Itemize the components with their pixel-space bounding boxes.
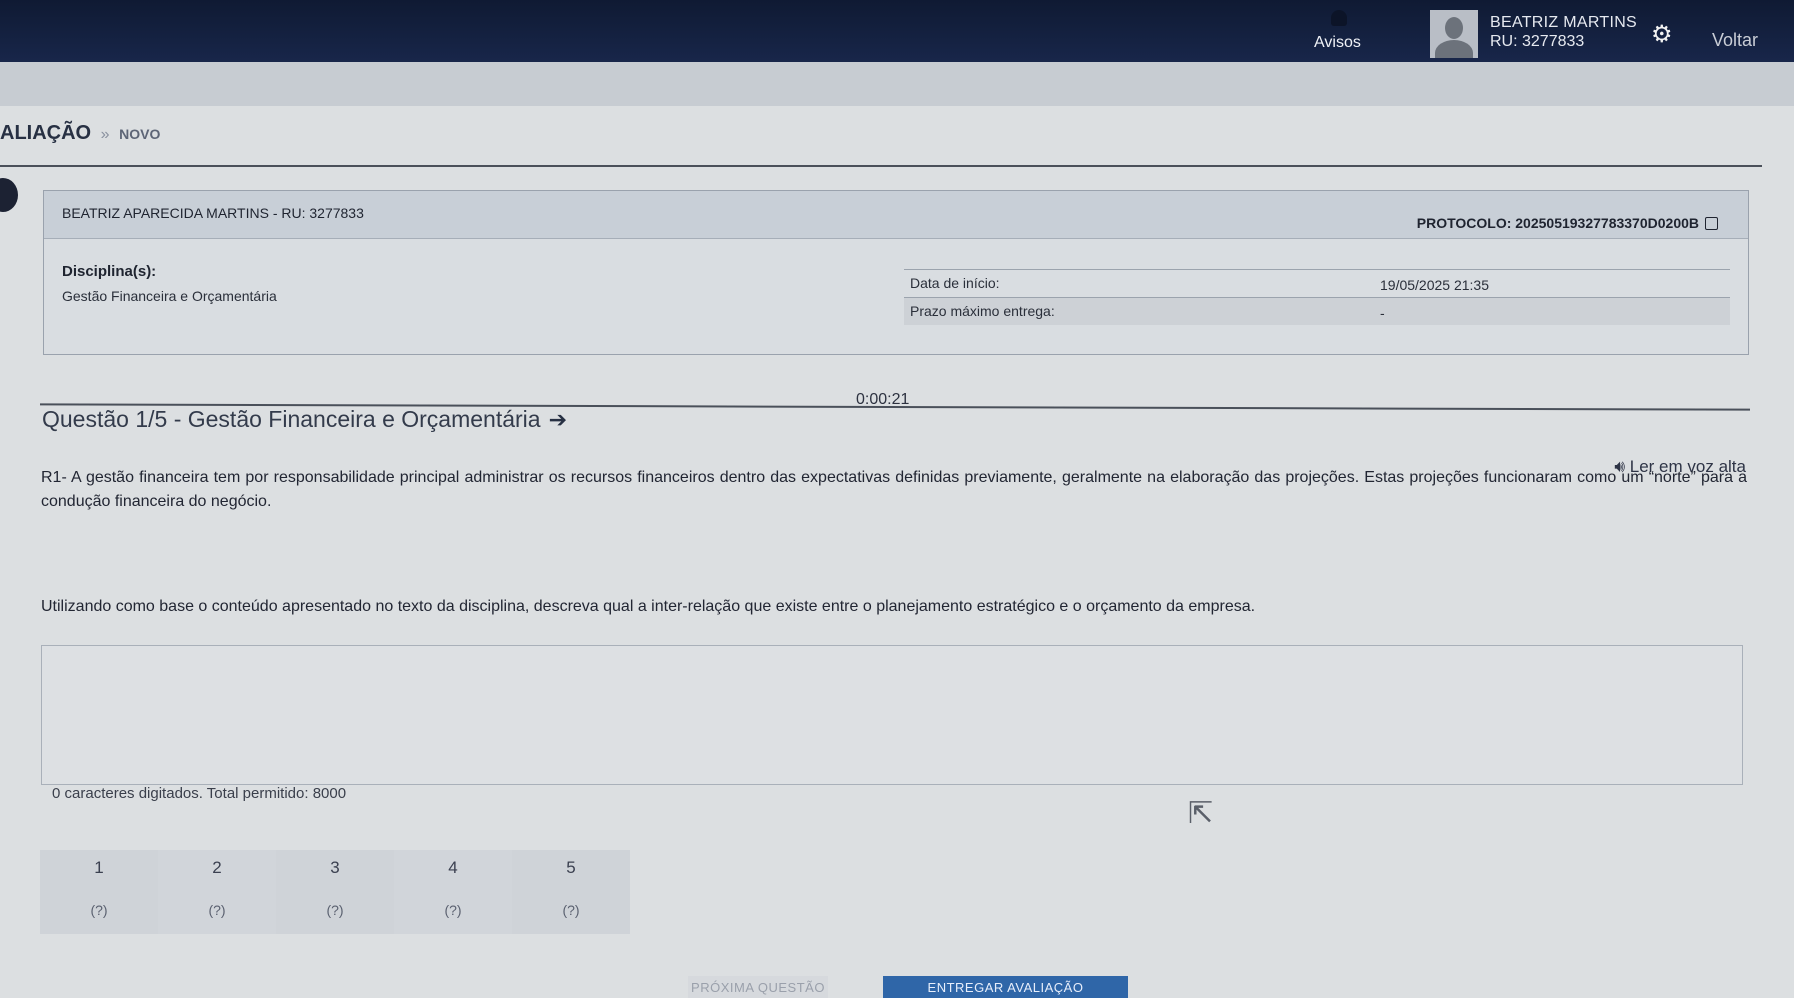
question-number: 2 bbox=[212, 858, 222, 877]
character-counter: 0 caracteres digitados. Total permitido:… bbox=[52, 785, 347, 802]
question-status: (?) bbox=[208, 902, 226, 918]
voltar-link[interactable]: Voltar bbox=[1712, 30, 1758, 51]
data-inicio-row: Data de início: 19/05/2025 21:35 bbox=[904, 269, 1730, 297]
disciplina-label: Disciplina(s): bbox=[62, 263, 157, 280]
question-title-text: Questão 1/5 - Gestão Financeira e Orçame… bbox=[42, 406, 541, 432]
question-nav-item-1[interactable]: 1 (?) bbox=[40, 850, 158, 934]
question-nav-item-4[interactable]: 4 (?) bbox=[394, 850, 512, 934]
breadcrumb-current: NOVO bbox=[119, 126, 161, 142]
prazo-row: Prazo máximo entrega: - bbox=[904, 297, 1730, 325]
student-info: BEATRIZ APARECIDA MARTINS - RU: 3277833 bbox=[62, 205, 364, 221]
protocol-info: PROTOCOLO: 20250519327783370D0200B bbox=[1417, 215, 1718, 231]
menu-toggle-icon[interactable] bbox=[0, 178, 18, 212]
avisos-link[interactable]: Avisos bbox=[1314, 34, 1361, 52]
avatar-body bbox=[1435, 40, 1473, 58]
prazo-value: - bbox=[1380, 305, 1385, 321]
bell-icon[interactable] bbox=[1331, 10, 1347, 26]
question-status: (?) bbox=[90, 902, 108, 918]
question-statement: R1- A gestão financeira tem por responsa… bbox=[41, 469, 1747, 510]
copy-icon[interactable] bbox=[1705, 217, 1718, 230]
question-status: (?) bbox=[326, 902, 344, 918]
question-status: (?) bbox=[562, 902, 580, 918]
exam-info-panel: BEATRIZ APARECIDA MARTINS - RU: 3277833 … bbox=[43, 190, 1749, 355]
next-question-button[interactable]: PRÓXIMA QUESTÃO bbox=[688, 976, 828, 998]
data-inicio-label: Data de início: bbox=[910, 275, 1000, 291]
avatar[interactable] bbox=[1430, 10, 1478, 58]
gear-icon[interactable]: ⚙ bbox=[1651, 20, 1673, 49]
breadcrumb-separator: » bbox=[100, 126, 110, 143]
question-title: Questão 1/5 - Gestão Financeira e Orçame… bbox=[42, 406, 567, 433]
breadcrumb: ALIAÇÃO » NOVO bbox=[0, 122, 160, 145]
divider bbox=[0, 165, 1762, 167]
question-nav-item-2[interactable]: 2 (?) bbox=[158, 850, 276, 934]
arrow-right-icon[interactable]: ➔ bbox=[549, 407, 567, 432]
top-navigation-bar: Avisos BEATRIZ MARTINS RU: 3277833 ⚙ Vol… bbox=[0, 0, 1794, 62]
data-inicio-value: 19/05/2025 21:35 bbox=[1380, 277, 1489, 293]
prazo-label: Prazo máximo entrega: bbox=[910, 303, 1055, 319]
header-band bbox=[0, 62, 1794, 106]
avatar-head bbox=[1445, 17, 1463, 39]
question-nav-item-3[interactable]: 3 (?) bbox=[276, 850, 394, 934]
disciplina-value: Gestão Financeira e Orçamentária bbox=[62, 288, 277, 304]
protocol-text: PROTOCOLO: 20250519327783370D0200B bbox=[1416, 215, 1699, 231]
question-status: (?) bbox=[444, 902, 462, 918]
question-number: 3 bbox=[330, 858, 340, 877]
mouse-cursor-icon: ⇱ bbox=[1188, 797, 1214, 830]
exam-info-header: BEATRIZ APARECIDA MARTINS - RU: 3277833 … bbox=[44, 191, 1748, 239]
user-ru: RU: 3277833 bbox=[1490, 33, 1585, 50]
submit-exam-button[interactable]: ENTREGAR AVALIAÇÃO bbox=[883, 976, 1128, 998]
answer-textarea[interactable] bbox=[41, 645, 1743, 785]
question-number: 5 bbox=[566, 858, 576, 877]
user-name: BEATRIZ MARTINS bbox=[1490, 14, 1638, 31]
question-navigator: 1 (?) 2 (?) 3 (?) 4 (?) 5 (?) bbox=[40, 850, 630, 934]
question-number: 1 bbox=[94, 858, 104, 877]
question-number: 4 bbox=[448, 858, 458, 877]
question-prompt: Utilizando como base o conteúdo apresent… bbox=[41, 598, 1256, 615]
breadcrumb-section[interactable]: ALIAÇÃO bbox=[0, 122, 91, 144]
question-nav-item-5[interactable]: 5 (?) bbox=[512, 850, 630, 934]
